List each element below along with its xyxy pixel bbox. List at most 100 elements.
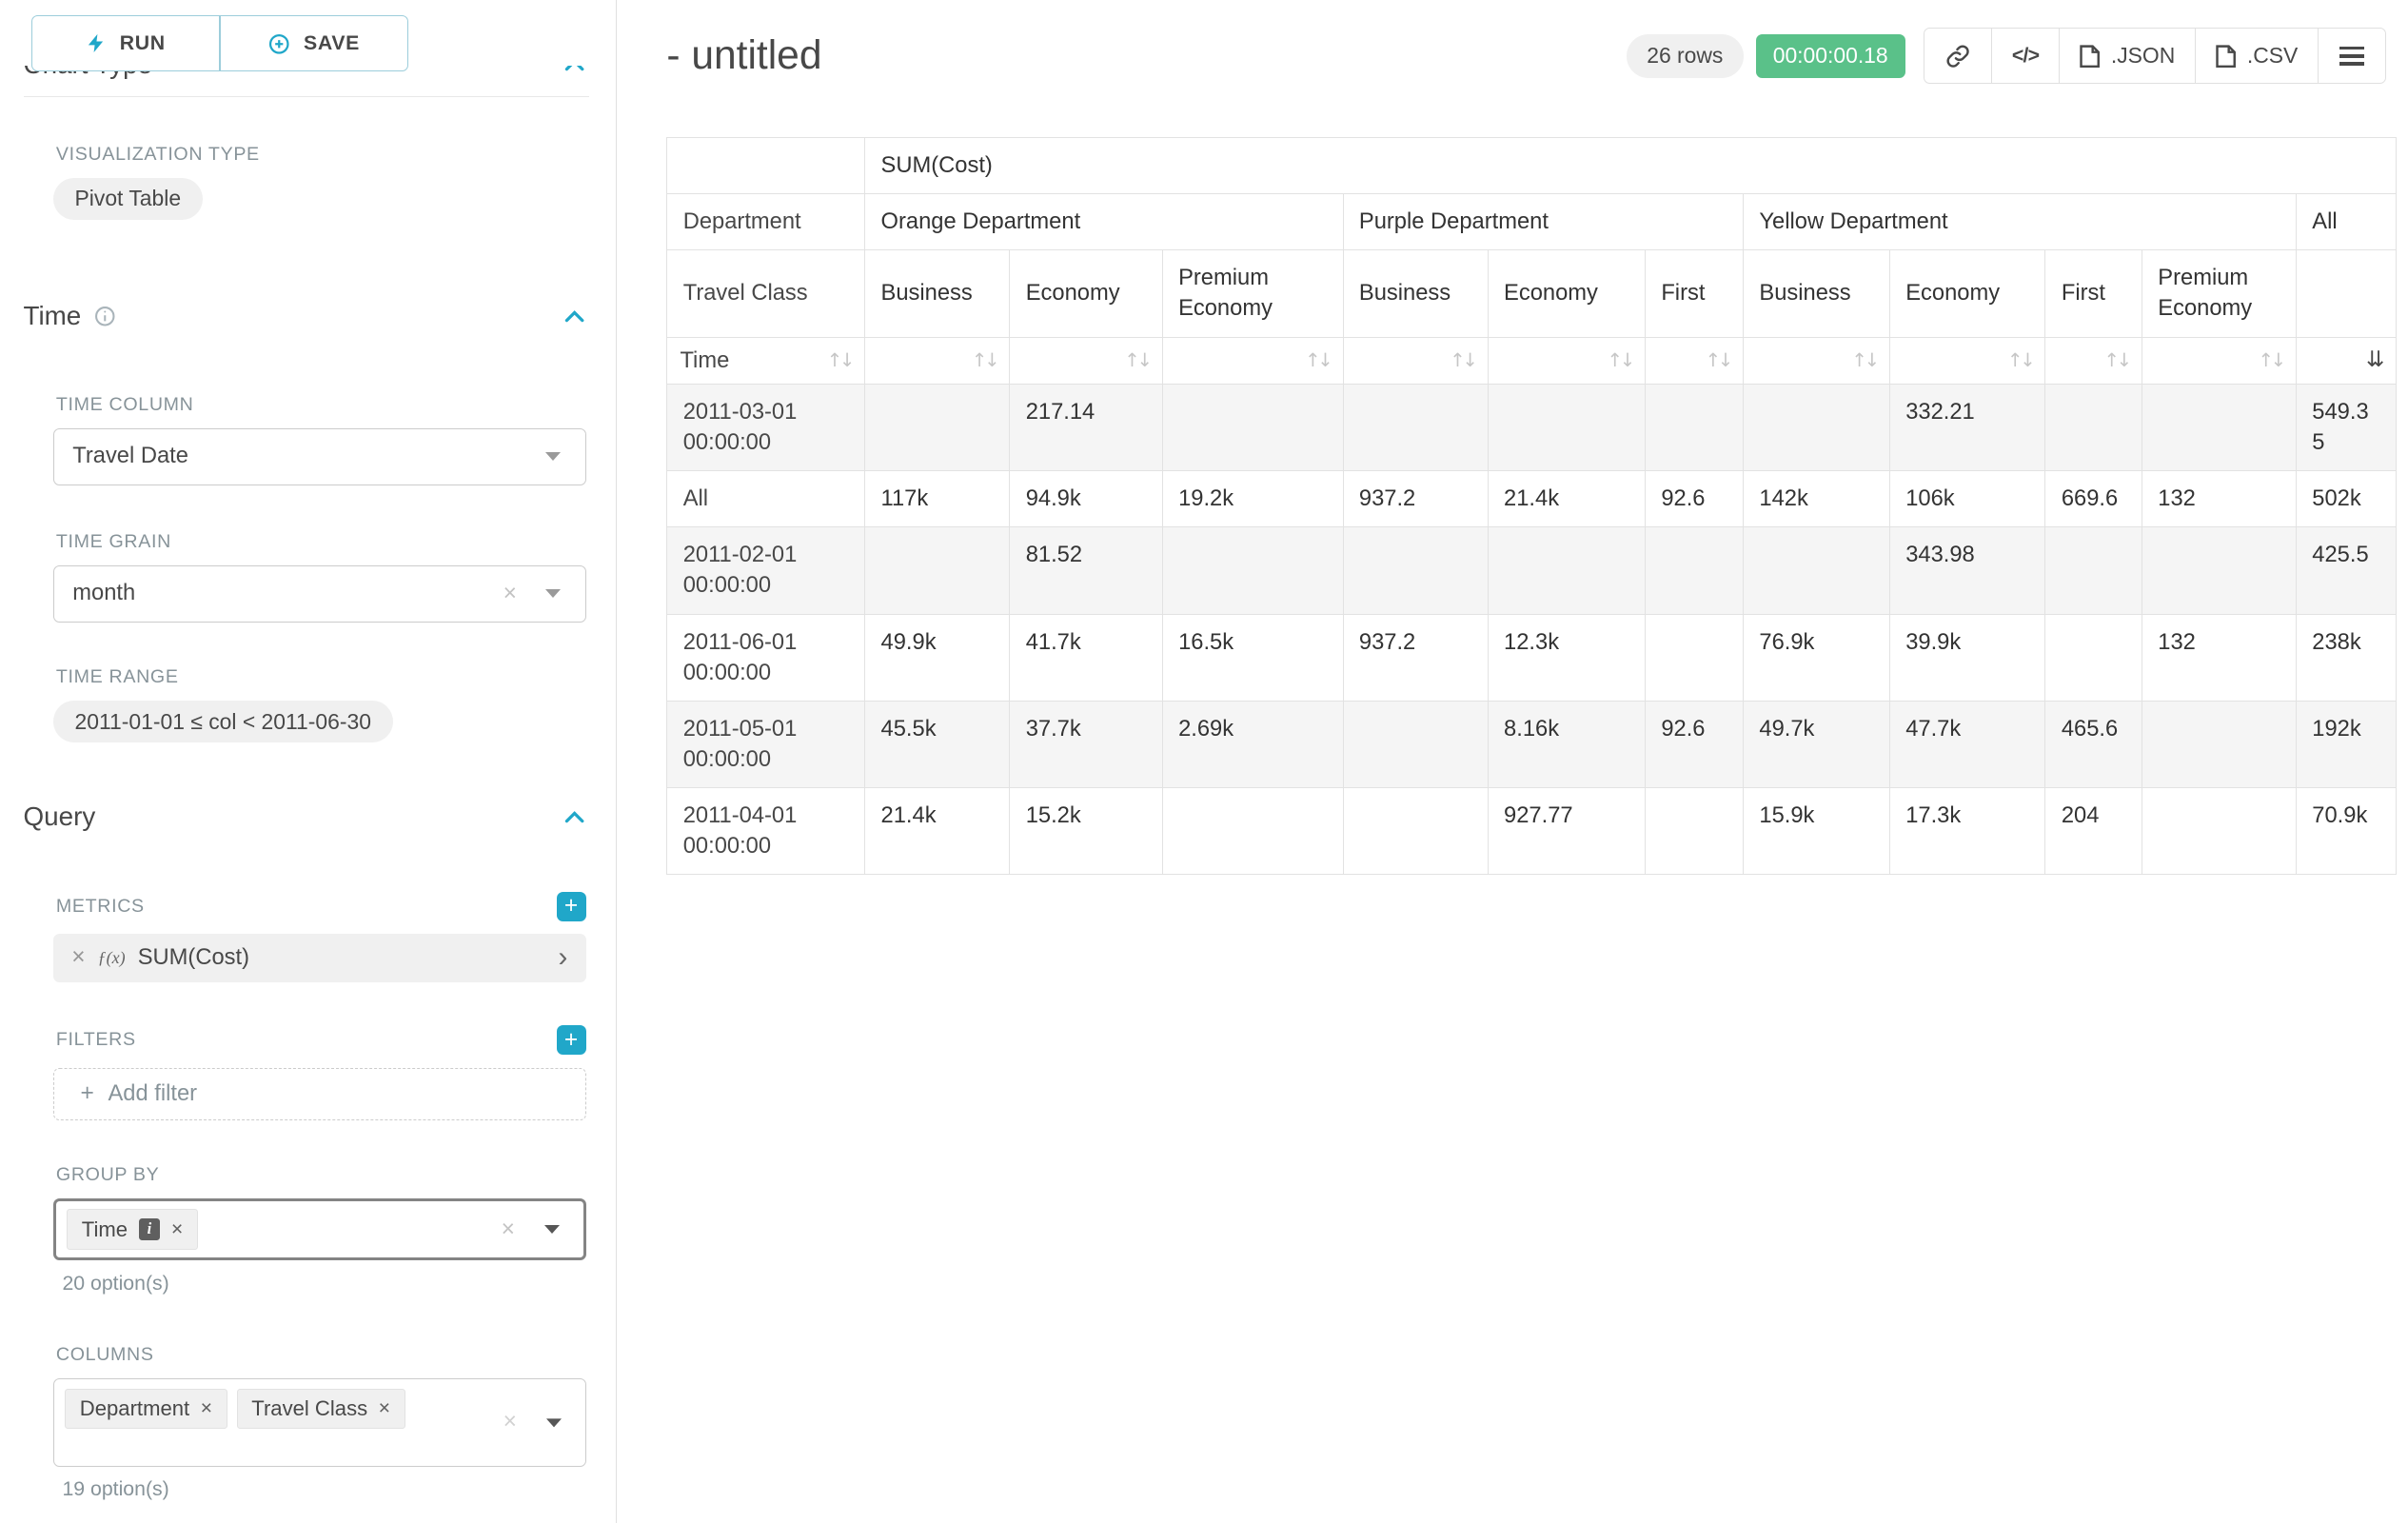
export-toolbar: </> .JSON .CSV [1924,28,2386,84]
pivot-cell [1488,384,1645,470]
sort-toggle-icon[interactable]: ↑↓ [1706,348,1730,374]
pivot-class-header: First [2045,250,2142,337]
time-section-title: Time [24,301,82,331]
code-icon: </> [2012,44,2039,68]
add-metric-button[interactable]: + [557,892,586,921]
clear-icon[interactable]: × [503,581,517,607]
pivot-cell: 502k [2296,471,2396,527]
group-by-select[interactable]: Time i × × [53,1198,586,1260]
time-column-value: Travel Date [72,444,188,469]
metric-option[interactable]: × ƒ(x) SUM(Cost) › [53,934,586,982]
info-badge-icon: i [139,1218,161,1240]
sort-toggle-icon[interactable]: ↑↓ [1608,348,1632,374]
columns-select[interactable]: Department × Travel Class × × [53,1378,586,1467]
pivot-class-header: First [1645,250,1743,337]
time-column-label: TIME COLUMN [56,394,586,416]
sort-toggle-icon[interactable]: ↑↓ [1450,348,1474,374]
group-by-chip[interactable]: Time i × [67,1209,198,1250]
pivot-cell: 39.9k [1889,614,2045,701]
sort-descending-active-icon[interactable]: ⇊ [2366,346,2383,375]
pivot-row: 2011-02-01 00:00:0081.52343.98425.5 [667,527,2396,614]
remove-chip-icon[interactable]: × [171,1217,183,1241]
pivot-sort-cell[interactable]: ↑↓ [2045,337,2142,384]
columns-chip[interactable]: Department × [65,1389,227,1430]
save-button[interactable]: SAVE [220,15,408,71]
pivot-sort-cell[interactable]: ⇊ [2296,337,2396,384]
time-section-header: Time [0,301,616,331]
pivot-cell: 21.4k [865,788,1010,875]
sort-toggle-icon[interactable]: ↑↓ [1305,348,1330,374]
add-filter-button[interactable]: + Add filter [53,1068,586,1121]
clear-icon[interactable]: × [502,1216,515,1243]
export-json-button[interactable]: .JSON [2059,28,2197,84]
pivot-cell: 49.9k [865,614,1010,701]
sort-toggle-icon[interactable]: ↑↓ [972,348,997,374]
pivot-sort-cell[interactable]: ↑↓ [1343,337,1488,384]
visualization-type-label: VISUALIZATION TYPE [56,144,586,166]
remove-metric-icon[interactable]: × [71,944,85,971]
pivot-sort-cell[interactable]: ↑↓ [1162,337,1343,384]
visualization-type-value[interactable]: Pivot Table [53,178,203,220]
export-csv-button[interactable]: .CSV [2195,28,2319,84]
add-filter-plus-button[interactable]: + [557,1025,586,1055]
pivot-cell: 937.2 [1343,471,1488,527]
pivot-cell [1488,527,1645,614]
pivot-cell: 937.2 [1343,614,1488,701]
pivot-sort-cell[interactable]: ↑↓ [865,337,1010,384]
chevron-down-icon[interactable] [544,1225,560,1234]
time-range-label: TIME RANGE [56,666,586,688]
pivot-row-label: 2011-04-01 00:00:00 [667,788,865,875]
pivot-cell [1744,384,1890,470]
columns-chip-label: Travel Class [251,1396,367,1421]
pivot-group-header: Purple Department [1343,194,1744,250]
sort-toggle-icon[interactable]: ↑↓ [1851,348,1876,374]
pivot-sort-cell[interactable]: ↑↓ [1488,337,1645,384]
pivot-sort-cell[interactable]: ↑↓ [2142,337,2296,384]
chevron-down-icon[interactable] [546,1419,562,1428]
sort-toggle-icon[interactable]: ↑↓ [1124,348,1149,374]
query-timer-badge: 00:00:00.18 [1756,34,1905,78]
share-link-button[interactable] [1924,28,1992,84]
pivot-row: 2011-03-01 00:00:00217.14332.21549.35 [667,384,2396,470]
query-section-header: Query [0,801,616,832]
pivot-sort-cell[interactable]: ↑↓ [1645,337,1743,384]
run-button[interactable]: RUN [31,15,220,71]
time-column-select[interactable]: Travel Date [53,428,586,486]
pivot-cell: 15.9k [1744,788,1890,875]
pivot-sort-cell[interactable]: ↑↓ [1889,337,2045,384]
chevron-up-icon[interactable] [564,310,584,323]
pivot-cell [1645,384,1743,470]
group-by-chip-label: Time [82,1217,128,1242]
clear-icon[interactable]: × [503,1409,517,1435]
chevron-up-icon[interactable] [564,811,584,823]
sort-toggle-icon[interactable]: ↑↓ [827,348,852,374]
sort-toggle-icon[interactable]: ↑↓ [2104,348,2129,374]
pivot-cell: 204 [2045,788,2142,875]
view-query-button[interactable]: </> [1991,28,2061,84]
remove-chip-icon[interactable]: × [201,1396,212,1420]
sort-toggle-icon[interactable]: ↑↓ [2259,348,2283,374]
pivot-cell [1645,614,1743,701]
pivot-cell: 92.6 [1645,471,1743,527]
remove-chip-icon[interactable]: × [379,1396,390,1420]
pivot-sort-cell[interactable]: ↑↓ [1744,337,1890,384]
pivot-cell: 132 [2142,471,2296,527]
pivot-cell [2045,614,2142,701]
chevron-right-icon[interactable]: › [558,943,567,971]
columns-chip[interactable]: Travel Class × [237,1389,405,1430]
pivot-cell: 70.9k [2296,788,2396,875]
control-panel-scroll[interactable]: Chart Type VISUALIZATION TYPE Pivot Tabl… [0,0,616,1523]
pivot-sort-cell[interactable]: ↑↓ [1010,337,1162,384]
pivot-cell: 92.6 [1645,701,1743,787]
plus-icon: + [80,1080,93,1107]
file-icon [2080,45,2100,69]
control-panel-actions: RUN SAVE [0,0,614,66]
sort-toggle-icon[interactable]: ↑↓ [2007,348,2032,374]
pivot-row-dimension-header: Department [667,194,865,250]
run-button-label: RUN [120,33,166,53]
menu-button[interactable] [2318,28,2386,84]
time-range-value[interactable]: 2011-01-01 ≤ col < 2011-06-30 [53,701,393,742]
pivot-class-row: Travel Class Business Economy Premium Ec… [667,250,2396,337]
time-grain-select[interactable]: month × [53,565,586,623]
metric-option-label: SUM(Cost) [138,945,249,971]
